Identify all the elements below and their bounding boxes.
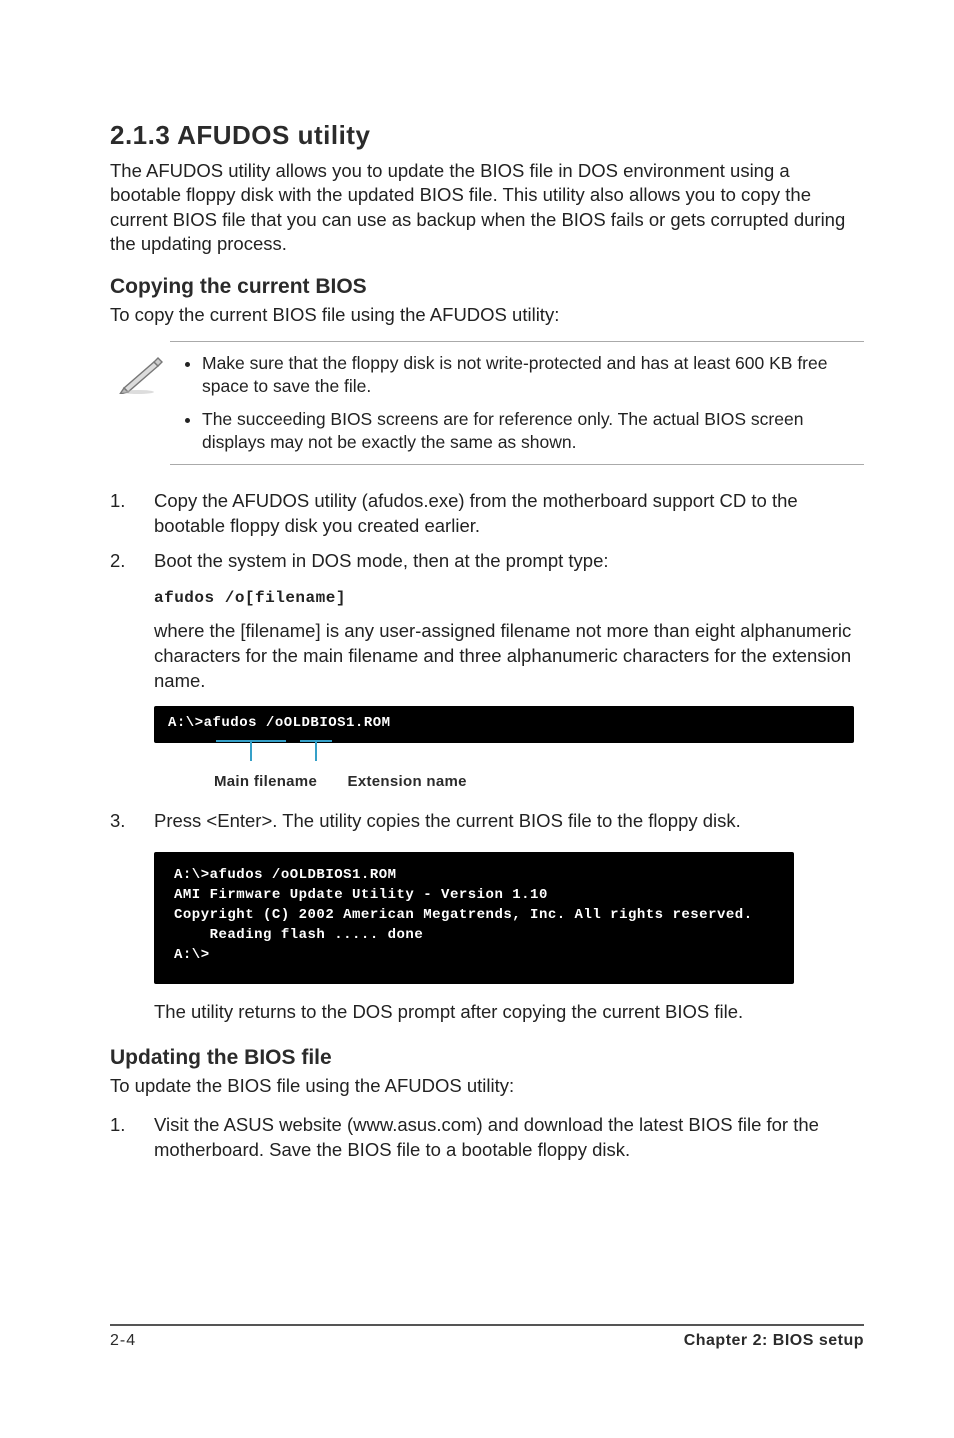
terminal-output-2: A:\>afudos /oOLDBIOS1.ROM AMI Firmware U… — [154, 852, 794, 983]
step-text: Copy the AFUDOS utility (afudos.exe) fro… — [154, 490, 798, 536]
pencil-note-icon — [118, 354, 166, 399]
step-3: Press <Enter>. The utility copies the cu… — [110, 809, 864, 1024]
step-1: Copy the AFUDOS utility (afudos.exe) fro… — [110, 489, 864, 539]
step-explain: where the [filename] is any user-assigne… — [154, 619, 864, 693]
terminal-output-1: A:\>afudos /oOLDBIOS1.ROM — [154, 706, 854, 744]
section-number-title: 2.1.3 AFUDOS utility — [110, 120, 864, 151]
annotation-lines-icon — [214, 739, 454, 769]
note-item: Make sure that the floppy disk is not wr… — [202, 352, 858, 398]
step-text: Boot the system in DOS mode, then at the… — [154, 550, 609, 571]
annotation-extension-name: Extension name — [348, 773, 467, 790]
section-intro: The AFUDOS utility allows you to update … — [110, 159, 864, 257]
copying-heading: Copying the current BIOS — [110, 275, 864, 299]
note-box: Make sure that the floppy disk is not wr… — [170, 341, 864, 465]
page-number: 2-4 — [110, 1332, 136, 1350]
copying-lead: To copy the current BIOS file using the … — [110, 303, 864, 327]
afudos-command: afudos /o[filename] — [154, 588, 864, 609]
annotation-main-filename: Main filename — [214, 773, 317, 790]
updating-lead: To update the BIOS file using the AFUDOS… — [110, 1074, 864, 1098]
step-after: The utility returns to the DOS prompt af… — [154, 1000, 864, 1025]
step-text: Press <Enter>. The utility copies the cu… — [154, 810, 741, 831]
note-item: The succeeding BIOS screens are for refe… — [202, 408, 858, 454]
updating-heading: Updating the BIOS file — [110, 1046, 864, 1070]
step-2: Boot the system in DOS mode, then at the… — [110, 549, 864, 694]
update-step-1: Visit the ASUS website (www.asus.com) an… — [110, 1113, 864, 1163]
chapter-label: Chapter 2: BIOS setup — [684, 1332, 864, 1350]
step-text: Visit the ASUS website (www.asus.com) an… — [154, 1114, 819, 1160]
page-footer: 2-4 Chapter 2: BIOS setup — [110, 1324, 864, 1350]
